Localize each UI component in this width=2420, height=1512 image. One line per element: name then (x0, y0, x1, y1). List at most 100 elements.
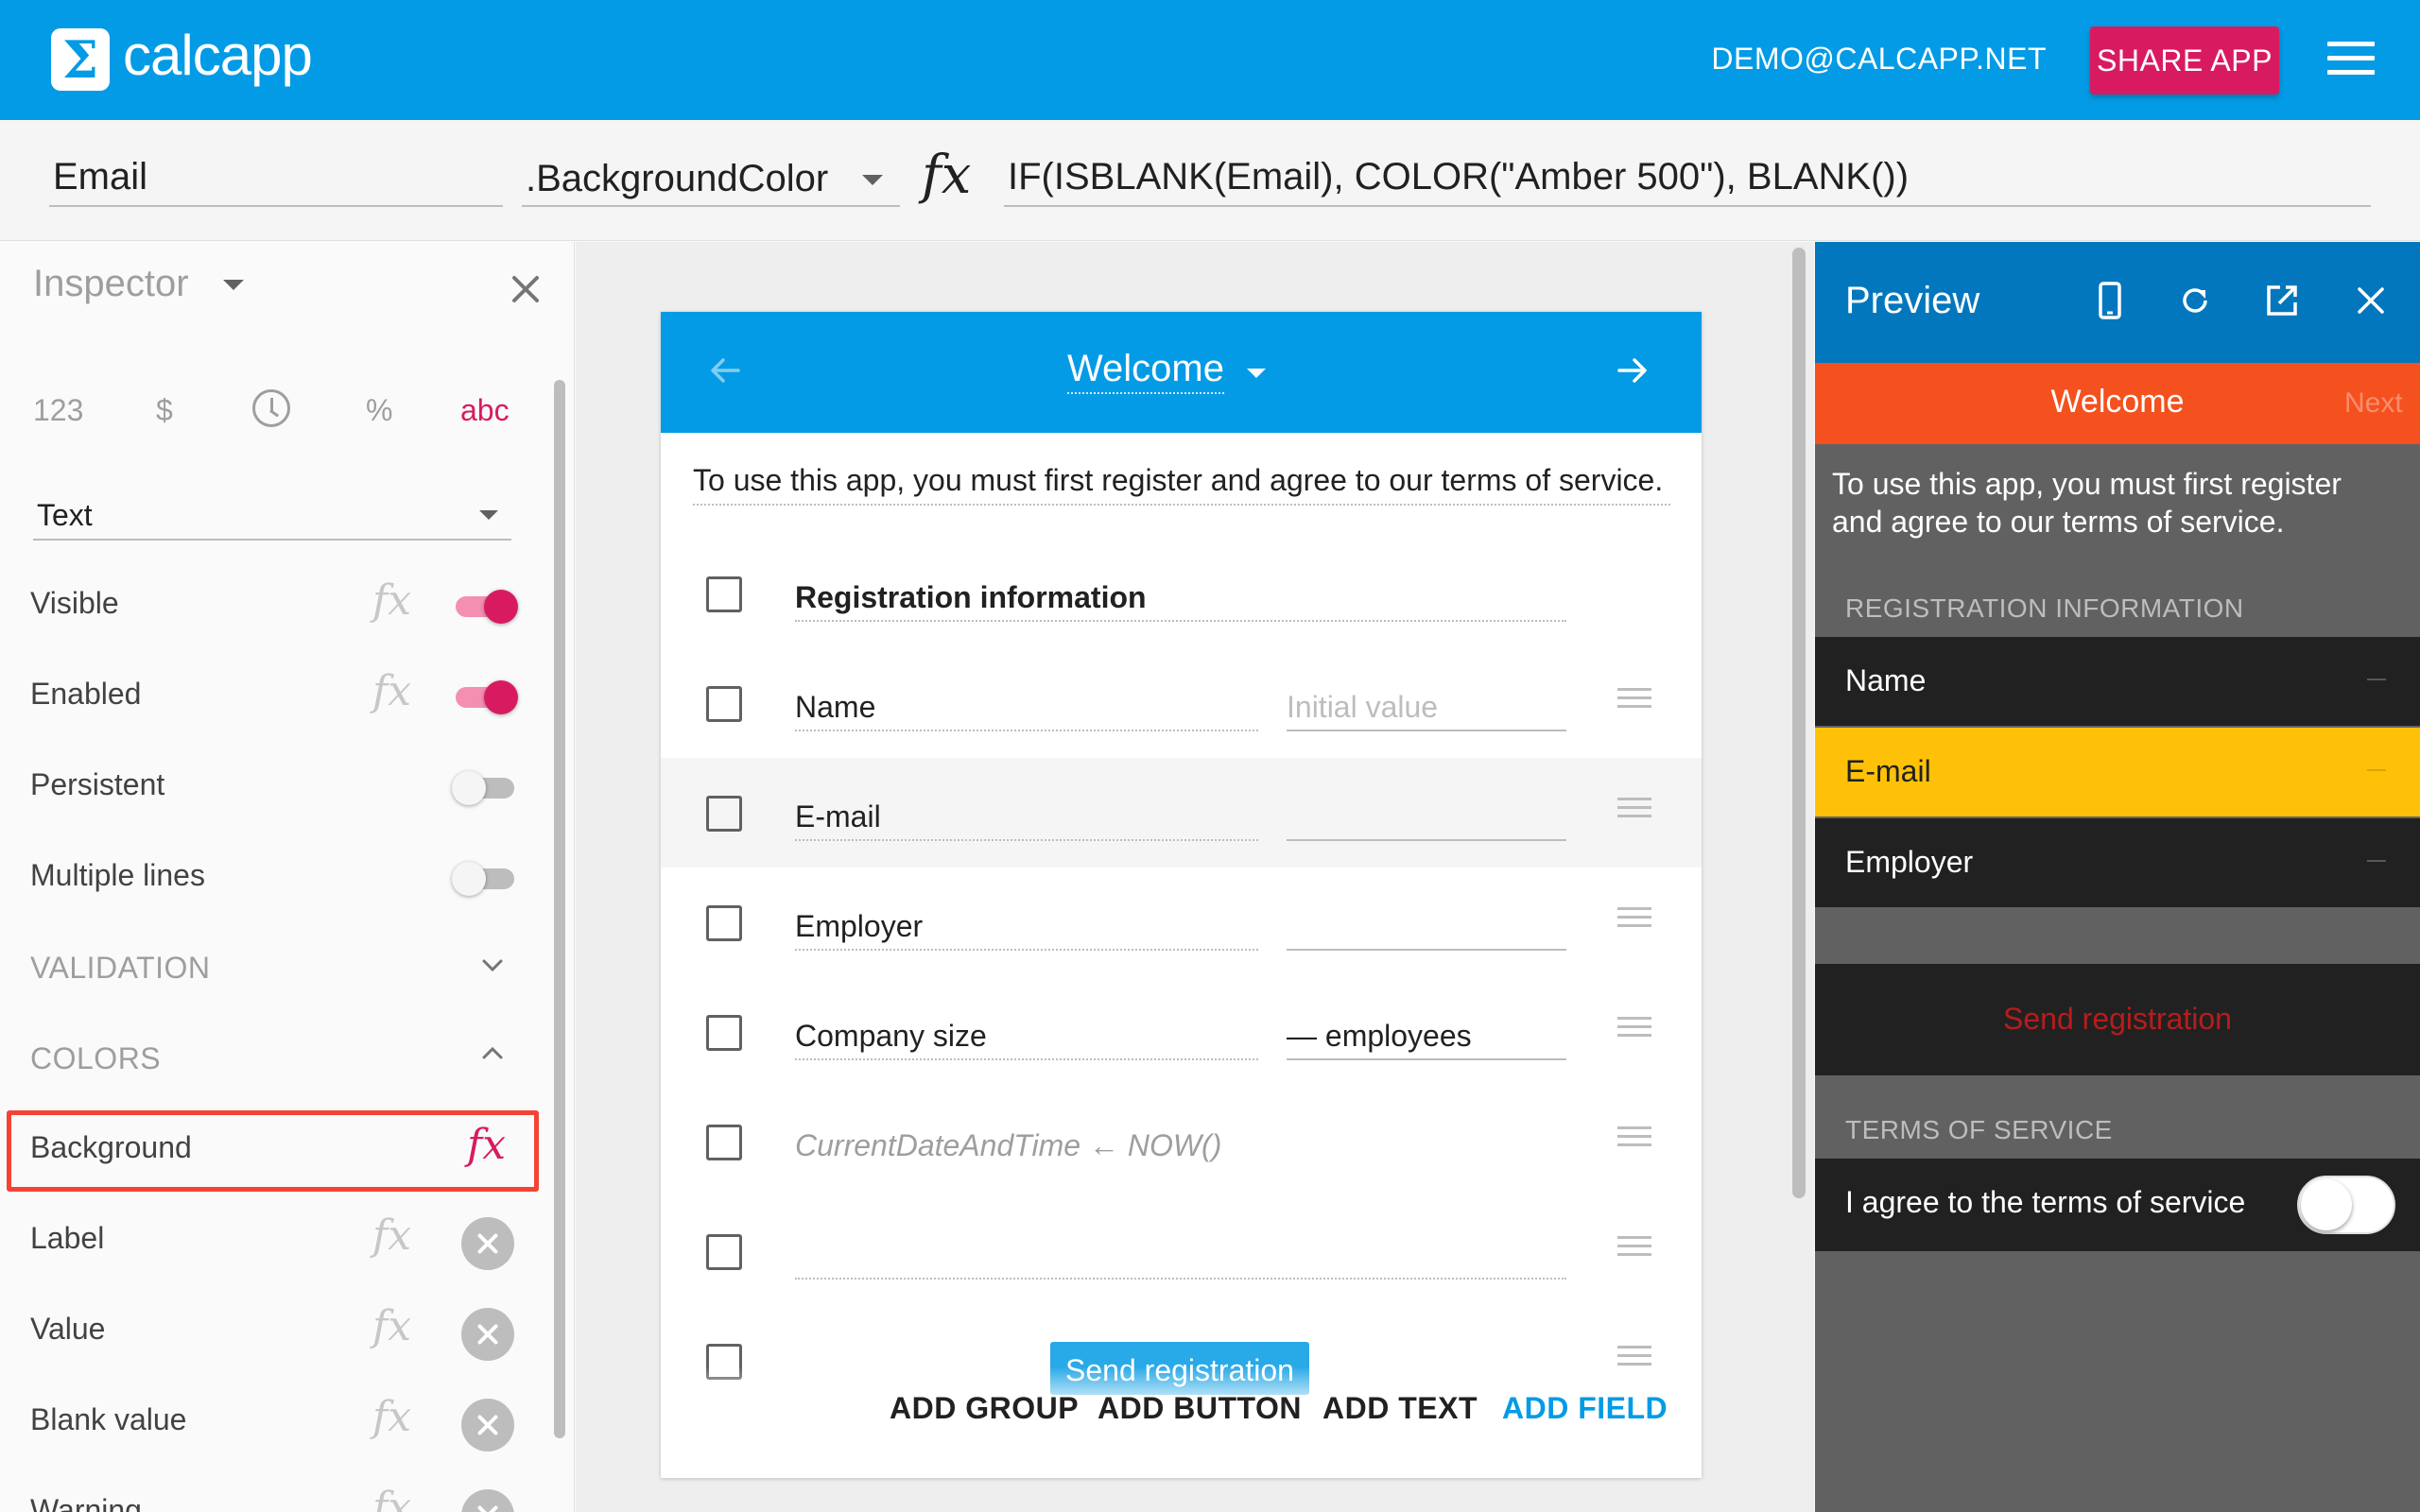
preview-field-email[interactable]: E-mail (1815, 728, 2420, 816)
preview-field-value[interactable] (2367, 860, 2386, 862)
prop-label: Multiple lines (30, 858, 205, 892)
preview-field-value[interactable] (2367, 769, 2386, 771)
type-text[interactable]: abc (460, 393, 510, 428)
text-type-select[interactable]: Text (33, 490, 511, 541)
field-label[interactable]: E-mail (795, 799, 1258, 841)
row-checkbox[interactable] (706, 796, 742, 832)
field-value[interactable]: — employees (1287, 1019, 1566, 1060)
validation-section-header[interactable]: VALIDATION (30, 951, 211, 986)
field-label[interactable]: CurrentDateAndTime ← NOW() (795, 1128, 1258, 1170)
field-value[interactable]: Initial value (1287, 690, 1566, 731)
preview-send-registration-button[interactable]: Send registration (1815, 964, 2420, 1075)
preview-field-name[interactable]: Name (1815, 637, 2420, 726)
row-checkbox[interactable] (706, 1015, 742, 1051)
row-checkbox[interactable] (706, 1234, 742, 1270)
property-select[interactable]: .BackgroundColor (522, 148, 900, 207)
fx-icon[interactable]: fx (372, 1211, 411, 1260)
fx-icon[interactable]: fx (372, 576, 411, 625)
field-label[interactable]: Company size (795, 1019, 1258, 1060)
type-currency[interactable]: $ (156, 393, 173, 428)
preview-field-label: Name (1845, 663, 1927, 697)
multiple-lines-toggle[interactable] (452, 860, 520, 896)
close-icon[interactable] (507, 270, 544, 308)
empty-row[interactable] (661, 1196, 1702, 1306)
row-checkbox[interactable] (706, 905, 742, 941)
add-group-button[interactable]: ADD GROUP (890, 1391, 1079, 1426)
prop-label: Background (30, 1130, 192, 1164)
hidden-field-row[interactable]: CurrentDateAndTime ← NOW() (661, 1087, 1702, 1196)
add-text-button[interactable]: ADD TEXT (1322, 1391, 1478, 1426)
group-row[interactable]: Registration information (661, 539, 1702, 648)
chevron-down-icon[interactable] (480, 953, 505, 977)
clear-icon[interactable] (461, 1399, 514, 1452)
fx-icon[interactable]: fx (372, 1393, 411, 1441)
clear-icon[interactable] (461, 1217, 514, 1270)
row-checkbox[interactable] (706, 686, 742, 722)
enabled-toggle[interactable] (452, 679, 520, 714)
prop-background-color[interactable]: Background fx (0, 1104, 529, 1194)
account-email[interactable]: DEMO@CALCAPP.NET (1711, 42, 2047, 77)
clear-icon[interactable] (461, 1308, 514, 1361)
share-app-button[interactable]: SHARE APP (2090, 26, 2279, 94)
preview-field-employer[interactable]: Employer (1815, 818, 2420, 907)
chevron-up-icon[interactable] (480, 1041, 505, 1066)
drag-handle-icon[interactable] (1617, 907, 1651, 934)
row-checkbox[interactable] (706, 576, 742, 612)
fx-icon[interactable]: fx (372, 1302, 411, 1350)
persistent-toggle[interactable] (452, 769, 520, 805)
clear-icon[interactable] (461, 1489, 514, 1512)
field-row[interactable]: Employer (661, 868, 1702, 977)
field-row-selected[interactable]: E-mail (661, 758, 1702, 868)
phone-icon[interactable] (2089, 280, 2131, 321)
hamburger-menu-icon[interactable] (2327, 42, 2375, 76)
drag-handle-icon[interactable] (1617, 798, 1651, 824)
drag-handle-icon[interactable] (1617, 1236, 1651, 1263)
clock-icon[interactable] (252, 389, 290, 427)
field-row[interactable]: Name Initial value (661, 648, 1702, 758)
colors-section-header[interactable]: COLORS (30, 1041, 161, 1076)
field-value[interactable] (1287, 799, 1566, 841)
fx-icon: fx (922, 145, 972, 206)
top-app-bar: Σ calcapp DEMO@CALCAPP.NET SHARE APP (0, 0, 2420, 120)
selected-element-name[interactable]: Email (49, 148, 503, 207)
app-name[interactable]: calcapp (123, 23, 313, 88)
screen-title[interactable]: Welcome (1067, 348, 1224, 394)
terms-toggle[interactable] (2297, 1176, 2395, 1234)
group-label[interactable]: Registration information (795, 580, 1566, 622)
drag-handle-icon[interactable] (1617, 688, 1651, 714)
canvas-scrollbar[interactable] (1792, 248, 1806, 1198)
prop-label: Label (30, 1221, 105, 1255)
visible-toggle[interactable] (452, 588, 520, 624)
intro-text[interactable]: To use this app, you must first register… (693, 463, 1670, 506)
field-label[interactable] (795, 1238, 1566, 1280)
calcapp-logo-icon[interactable]: Σ (51, 28, 110, 91)
fx-icon[interactable]: fx (372, 1484, 411, 1512)
preview-section-registration: REGISTRATION INFORMATION (1845, 593, 2244, 623)
preview-next-button[interactable]: Next (2344, 387, 2403, 420)
preview-terms-row[interactable]: I agree to the terms of service (1815, 1159, 2420, 1251)
chevron-down-icon[interactable] (1247, 369, 1266, 378)
drag-handle-icon[interactable] (1617, 1017, 1651, 1043)
field-label[interactable]: Employer (795, 909, 1258, 951)
type-number[interactable]: 123 (33, 393, 83, 428)
preview-field-value[interactable] (2367, 679, 2386, 680)
inspector-scrollbar[interactable] (554, 380, 565, 1438)
drag-handle-icon[interactable] (1617, 1126, 1651, 1153)
open-in-new-icon[interactable] (2261, 280, 2303, 321)
close-icon[interactable] (2350, 280, 2392, 321)
type-percent[interactable]: % (366, 393, 392, 428)
arrow-back-icon[interactable] (706, 352, 744, 389)
add-button-button[interactable]: ADD BUTTON (1098, 1391, 1302, 1426)
formula-input[interactable]: IF(ISBLANK(Email), COLOR("Amber 500"), B… (1004, 148, 2371, 207)
fx-icon[interactable]: fx (372, 667, 411, 715)
arrow-forward-icon[interactable] (1614, 352, 1651, 389)
chevron-down-icon[interactable] (223, 280, 244, 290)
refresh-icon[interactable] (2174, 280, 2216, 321)
fx-icon[interactable]: fx (467, 1121, 506, 1169)
field-label[interactable]: Name (795, 690, 1258, 731)
field-value[interactable] (1287, 909, 1566, 951)
row-checkbox[interactable] (706, 1125, 742, 1160)
add-field-button[interactable]: ADD FIELD (1502, 1391, 1668, 1426)
field-row[interactable]: Company size — employees (661, 977, 1702, 1087)
inspector-title[interactable]: Inspector (33, 263, 189, 305)
